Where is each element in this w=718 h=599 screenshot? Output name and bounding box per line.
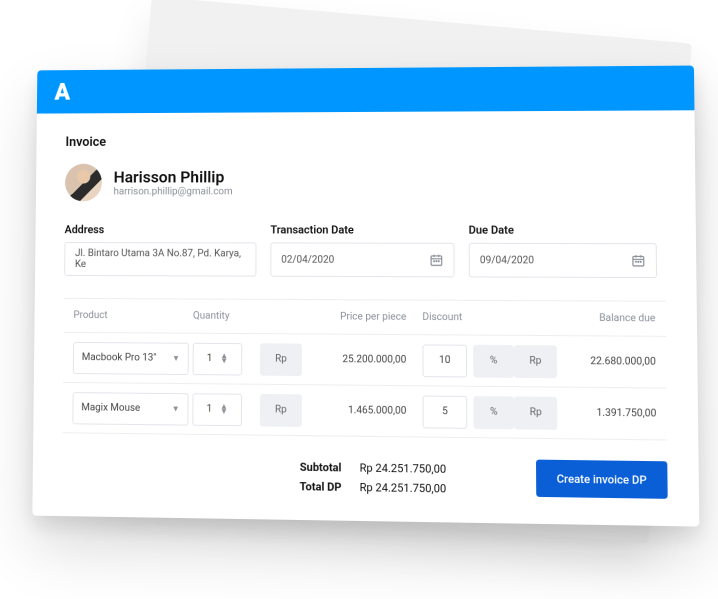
- transaction-date-input[interactable]: 02/04/2020: [270, 242, 454, 277]
- address-label: Address: [65, 223, 257, 236]
- product-select[interactable]: Magix Mouse ▼: [72, 392, 188, 426]
- due-date-label: Due Date: [469, 224, 657, 237]
- quantity-value: 1: [206, 404, 212, 415]
- due-date-value: 09/04/2020: [480, 255, 534, 266]
- col-quantity: Quantity: [193, 311, 260, 322]
- transaction-date-label: Transaction Date: [270, 223, 454, 236]
- percent-badge: %: [473, 344, 514, 377]
- totals-block: Subtotal Rp 24.251.750,00 Total DP Rp 24…: [300, 461, 447, 496]
- discount-input[interactable]: 10: [422, 344, 467, 377]
- quantity-stepper[interactable]: 1 ▲▼: [193, 342, 243, 375]
- balance-value: 1.391.750,00: [557, 407, 667, 420]
- stepper-arrows-icon: ▲▼: [220, 404, 228, 414]
- due-date-input[interactable]: 09/04/2020: [469, 243, 657, 278]
- topbar: A: [37, 66, 695, 114]
- currency-badge: Rp: [260, 393, 302, 426]
- avatar: [65, 164, 102, 202]
- calendar-icon: [429, 253, 443, 267]
- page-title: Invoice: [65, 133, 664, 150]
- quantity-value: 1: [207, 353, 213, 364]
- transaction-date-value: 02/04/2020: [281, 254, 334, 265]
- col-balance: Balance due: [557, 313, 666, 325]
- brand-logo: A: [54, 80, 68, 104]
- percent-badge: %: [473, 396, 514, 429]
- price-value: 1.465.000,00: [302, 405, 423, 418]
- product-name: Macbook Pro 13": [82, 352, 157, 364]
- subtotal-value: Rp 24.251.750,00: [360, 461, 447, 476]
- total-dp-value: Rp 24.251.750,00: [360, 481, 447, 496]
- chevron-down-icon: ▼: [172, 404, 180, 413]
- create-invoice-button[interactable]: Create invoice DP: [536, 460, 668, 499]
- product-select[interactable]: Macbook Pro 13" ▼: [73, 341, 189, 374]
- col-price: Price per piece: [302, 311, 422, 323]
- table-row: Magix Mouse ▼ 1 ▲▼ Rp 1.465.000,00 5 % R…: [63, 383, 668, 441]
- quantity-stepper[interactable]: 1 ▲▼: [192, 393, 242, 426]
- address-input[interactable]: Jl. Bintaro Utama 3A No.87, Pd. Karya, K…: [64, 242, 256, 277]
- currency-badge: Rp: [260, 343, 302, 376]
- line-items-table: Product Quantity Price per piece Discoun…: [63, 298, 668, 441]
- invoice-card: A Invoice Harisson Phillip harrison.phil…: [32, 66, 699, 527]
- col-discount: Discount: [422, 312, 473, 324]
- balance-value: 22.680.000,00: [557, 356, 666, 368]
- calendar-icon: [631, 253, 646, 267]
- currency-badge: Rp: [514, 345, 557, 378]
- table-row: Macbook Pro 13" ▼ 1 ▲▼ Rp 25.200.000,00 …: [63, 333, 666, 389]
- table-header: Product Quantity Price per piece Discoun…: [64, 299, 666, 337]
- subtotal-label: Subtotal: [300, 461, 342, 475]
- currency-badge: Rp: [514, 396, 557, 429]
- product-name: Magix Mouse: [81, 402, 140, 414]
- total-dp-label: Total DP: [300, 480, 342, 494]
- col-product: Product: [64, 310, 193, 322]
- price-value: 25.200.000,00: [302, 354, 423, 366]
- chevron-down-icon: ▼: [172, 354, 180, 363]
- address-value: Jl. Bintaro Utama 3A No.87, Pd. Karya, K…: [75, 248, 246, 270]
- stepper-arrows-icon: ▲▼: [220, 354, 228, 364]
- customer-name: Harisson Phillip: [114, 167, 233, 186]
- customer-block: Harisson Phillip harrison.phillip@gmail.…: [65, 162, 665, 201]
- discount-input[interactable]: 5: [423, 395, 468, 428]
- customer-email: harrison.phillip@gmail.com: [113, 186, 232, 197]
